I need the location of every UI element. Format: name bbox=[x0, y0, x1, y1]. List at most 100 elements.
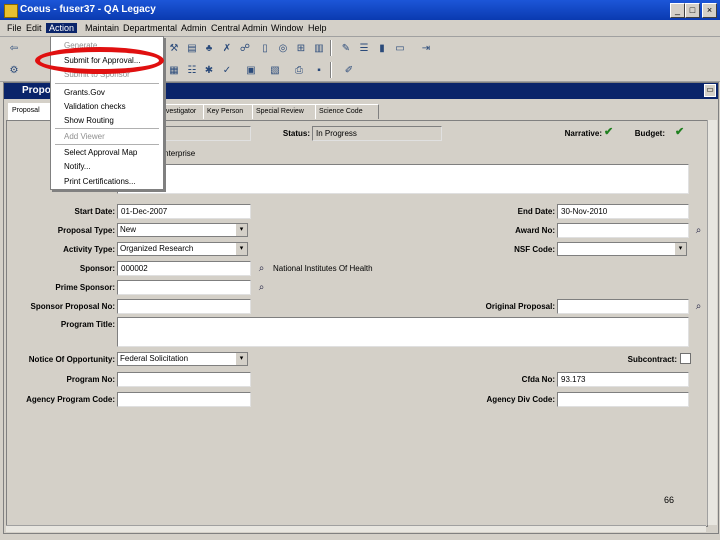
activity-type-value: Organized Research bbox=[120, 244, 194, 253]
prime-sponsor-label: Prime Sponsor: bbox=[55, 283, 115, 292]
chevron-down-icon[interactable]: ▾ bbox=[674, 243, 686, 255]
slide-page-number: 66 bbox=[664, 495, 675, 505]
minimize-button[interactable]: _ bbox=[670, 3, 685, 18]
toolbar-icon-8[interactable]: ◎ bbox=[274, 40, 292, 58]
menu-item-print-certifications[interactable]: Print Certifications... bbox=[51, 175, 163, 188]
nsf-code-label: NSF Code: bbox=[514, 245, 555, 254]
menu-item-validation-checks[interactable]: Validation checks bbox=[51, 100, 163, 113]
agency-div-code-field[interactable] bbox=[557, 392, 689, 407]
vertical-scrollbar[interactable] bbox=[707, 120, 717, 525]
toolbar-icon-14[interactable]: ▭ bbox=[391, 40, 409, 58]
proposal-type-value: New bbox=[120, 225, 137, 234]
menu-central-admin[interactable]: Central Admin bbox=[208, 23, 271, 33]
menu-item-notify[interactable]: Notify... bbox=[51, 160, 163, 173]
sponsor-proposal-no-field[interactable] bbox=[117, 299, 251, 314]
close-button[interactable]: × bbox=[702, 3, 717, 18]
toolbar2-icon-4[interactable]: ✱ bbox=[200, 62, 218, 80]
menu-admin[interactable]: Admin bbox=[178, 23, 210, 33]
end-date-field[interactable]: 30-Nov-2010 bbox=[557, 204, 689, 219]
tab-proposal[interactable]: Proposal bbox=[8, 103, 54, 120]
menu-bar: File Edit Action Maintain Departmental A… bbox=[0, 20, 720, 37]
award-no-field[interactable] bbox=[557, 223, 689, 238]
title-bar: Coeus - fuser37 - QA Legacy _ □ × bbox=[0, 0, 720, 20]
menu-item-show-routing[interactable]: Show Routing bbox=[51, 114, 163, 127]
tab-special-review[interactable]: Special Review bbox=[252, 104, 318, 119]
nsf-code-select[interactable]: ▾ bbox=[557, 242, 687, 256]
subcontract-label: Subcontract: bbox=[627, 355, 677, 364]
toolbar2-icon-3[interactable]: ☷ bbox=[183, 62, 201, 80]
notice-of-opportunity-select[interactable]: Federal Solicitation ▾ bbox=[117, 352, 248, 366]
program-no-field[interactable] bbox=[117, 372, 251, 387]
inner-restore-button[interactable]: ▭ bbox=[704, 84, 716, 97]
toolbar-icon-3[interactable]: ▤ bbox=[183, 40, 201, 58]
menu-item-select-approval-map[interactable]: Select Approval Map bbox=[51, 146, 163, 159]
toolbar-icon-10[interactable]: ▥ bbox=[310, 40, 328, 58]
toolbar2-icon-5[interactable]: ✓ bbox=[218, 62, 236, 80]
tab-key-person[interactable]: Key Person bbox=[203, 104, 255, 119]
toolbar-icon-1[interactable]: ⇦ bbox=[5, 40, 23, 58]
save-icon[interactable]: ▪ bbox=[310, 62, 328, 80]
menu-separator bbox=[55, 128, 159, 129]
toolbar2-icon-2[interactable]: ▦ bbox=[165, 62, 183, 80]
toolbar-icon-5[interactable]: ✗ bbox=[218, 40, 236, 58]
menu-separator bbox=[55, 83, 159, 84]
status-label: Status: bbox=[282, 129, 310, 138]
agency-program-code-label: Agency Program Code: bbox=[26, 395, 115, 404]
toolbar-icon-13[interactable]: ▮ bbox=[373, 40, 391, 58]
sponsor-code-field[interactable]: 000002 bbox=[117, 261, 251, 276]
cfda-no-field[interactable]: 93.173 bbox=[557, 372, 689, 387]
toolbar2-separator bbox=[330, 62, 332, 78]
proposal-type-select[interactable]: New ▾ bbox=[117, 223, 248, 237]
subcontract-checkbox[interactable] bbox=[680, 353, 691, 364]
toolbar2-icon-7[interactable]: ▧ bbox=[266, 62, 284, 80]
toolbar-separator bbox=[330, 40, 332, 56]
original-proposal-search-icon[interactable]: ⌕ bbox=[692, 300, 705, 313]
menu-separator bbox=[55, 144, 159, 145]
sponsor-search-icon[interactable]: ⌕ bbox=[255, 262, 268, 275]
program-title-field[interactable] bbox=[117, 317, 689, 347]
agency-div-code-label: Agency Div Code: bbox=[486, 395, 555, 404]
prime-sponsor-field[interactable] bbox=[117, 280, 251, 295]
award-search-icon[interactable]: ⌕ bbox=[692, 224, 705, 237]
proposal-title-field[interactable] bbox=[117, 164, 689, 194]
highlight-ellipse bbox=[35, 47, 164, 74]
chevron-down-icon[interactable]: ▾ bbox=[235, 224, 247, 236]
menu-edit[interactable]: Edit bbox=[23, 23, 45, 33]
chevron-down-icon[interactable]: ▾ bbox=[235, 243, 247, 255]
menu-window[interactable]: Window bbox=[268, 23, 306, 33]
original-proposal-field[interactable] bbox=[557, 299, 689, 314]
narrative-label: Narrative: bbox=[564, 129, 602, 138]
toolbar-icon-15[interactable]: ⇥ bbox=[417, 40, 435, 58]
chevron-down-icon[interactable]: ▾ bbox=[235, 353, 247, 365]
toolbar-icon-9[interactable]: ⊞ bbox=[292, 40, 310, 58]
toolbar-icon-11[interactable]: ✎ bbox=[337, 40, 355, 58]
app-icon bbox=[4, 4, 18, 18]
toolbar-icon-7[interactable]: ▯ bbox=[256, 40, 274, 58]
horizontal-scrollbar[interactable] bbox=[6, 525, 706, 532]
menu-help[interactable]: Help bbox=[305, 23, 330, 33]
menu-departmental[interactable]: Departmental bbox=[120, 23, 180, 33]
tab-science-code[interactable]: Science Code bbox=[315, 104, 379, 119]
print-icon[interactable]: ⎙ bbox=[290, 62, 308, 80]
maximize-button[interactable]: □ bbox=[685, 3, 700, 18]
toolbar-icon-2[interactable]: ⚒ bbox=[165, 40, 183, 58]
toolbar2-icon-6[interactable]: ▣ bbox=[242, 62, 260, 80]
notice-of-opportunity-label: Notice Of Opportunity: bbox=[28, 355, 115, 364]
start-date-field[interactable]: 01-Dec-2007 bbox=[117, 204, 251, 219]
menu-action[interactable]: Action bbox=[46, 23, 78, 33]
status-field: In Progress bbox=[312, 126, 442, 141]
toolbar2-icon-8[interactable]: ✐ bbox=[340, 62, 358, 80]
toolbar2-icon-1[interactable]: ⚙ bbox=[5, 62, 23, 80]
budget-check-icon: ✔ bbox=[675, 126, 685, 138]
toolbar-icon-4[interactable]: ♣ bbox=[200, 40, 218, 58]
toolbar-icon-6[interactable]: ☍ bbox=[236, 40, 254, 58]
menu-maintain[interactable]: Maintain bbox=[82, 23, 122, 33]
menu-file[interactable]: File bbox=[4, 23, 25, 33]
activity-type-select[interactable]: Organized Research ▾ bbox=[117, 242, 248, 256]
menu-item-grants-gov[interactable]: Grants.Gov bbox=[51, 86, 163, 99]
award-no-label: Award No: bbox=[515, 226, 555, 235]
agency-program-code-field[interactable] bbox=[117, 392, 251, 407]
start-date-label: Start Date: bbox=[74, 207, 115, 216]
prime-sponsor-search-icon[interactable]: ⌕ bbox=[255, 281, 268, 294]
toolbar-icon-12[interactable]: ☰ bbox=[355, 40, 373, 58]
